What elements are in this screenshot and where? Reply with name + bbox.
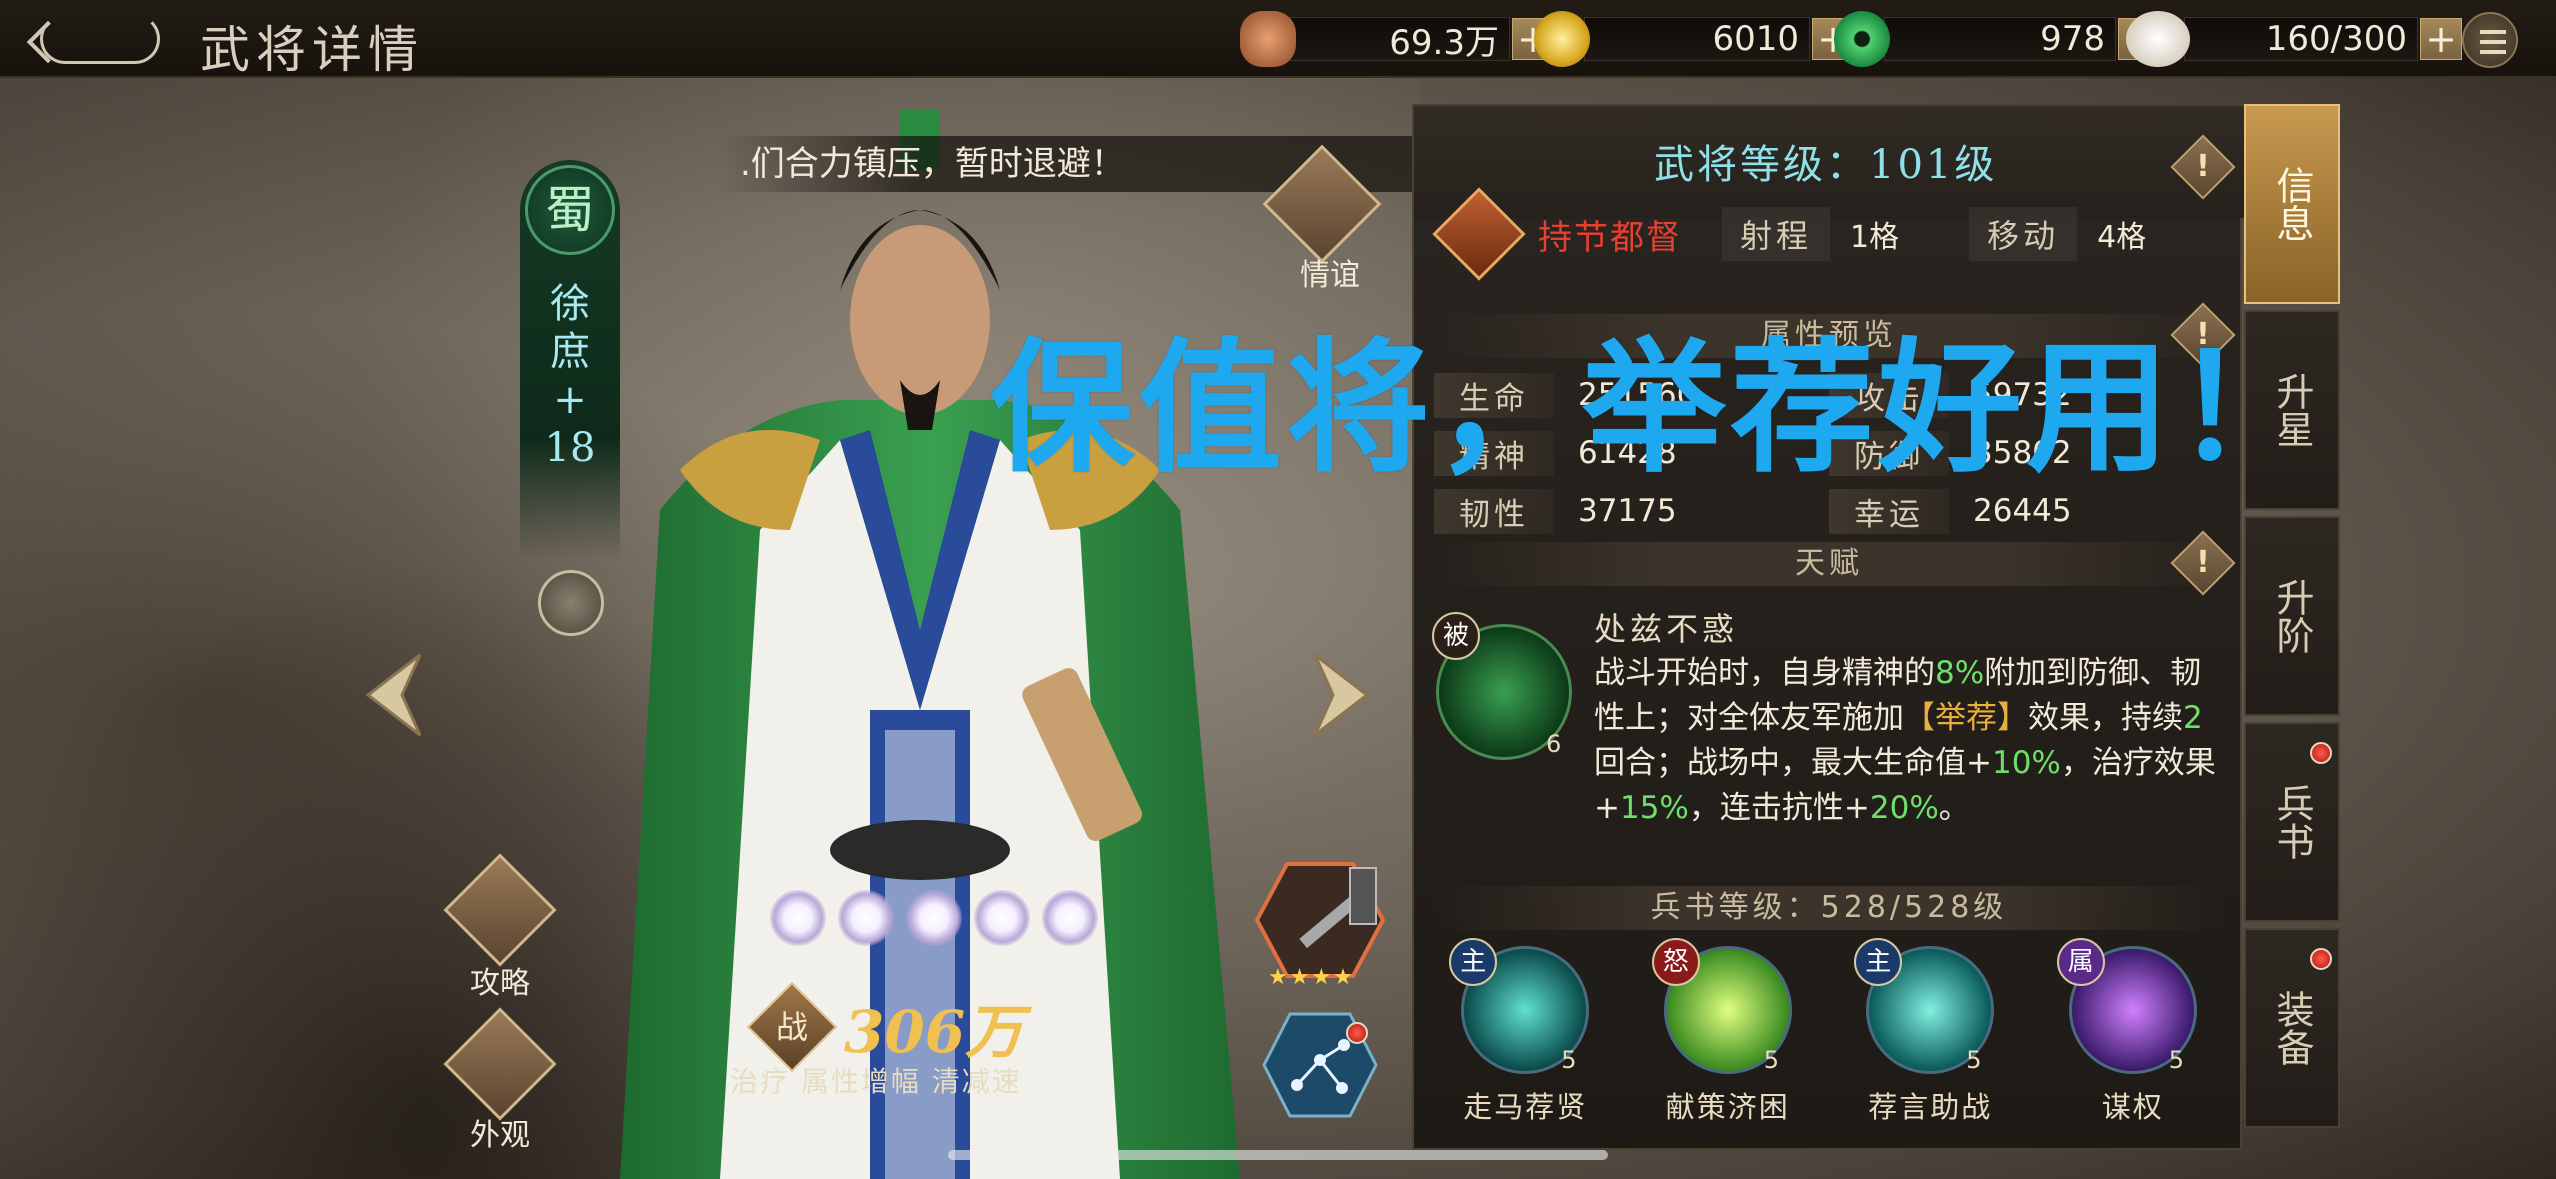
skill-badge: 主 xyxy=(1854,938,1903,986)
weapon-stars: ★★★★ xyxy=(1268,965,1355,990)
class-row: 持节都督 射程 1格 移动 4格 xyxy=(1428,187,2228,281)
gold-coin-icon xyxy=(1534,11,1590,67)
skill-item[interactable]: 属 5 谋权 xyxy=(2043,938,2223,1126)
lock-icon[interactable] xyxy=(538,570,604,636)
top-bar: 武将详情 69.3万 + 6010 + 978 + 160/300 + xyxy=(0,0,2556,79)
notification-dot xyxy=(1346,1022,1368,1044)
skill-name: 献策济困 xyxy=(1665,1090,1790,1124)
skill-level: 5 xyxy=(2168,1046,2185,1074)
skill-name: 谋权 xyxy=(2101,1090,2164,1124)
skill-badge: 属 xyxy=(2056,938,2105,986)
hero-name-rank: 18 xyxy=(544,425,596,471)
passive-badge: 被 xyxy=(1432,612,1480,660)
power-badge: 战 xyxy=(746,981,838,1073)
weapon-icon[interactable] xyxy=(1255,860,1385,980)
star-orb-icon xyxy=(906,890,962,946)
steamed-bun-icon xyxy=(2126,11,2190,67)
notification-dot xyxy=(2310,948,2332,970)
star-orb-icon xyxy=(838,890,894,946)
resource-silver: 69.3万 + xyxy=(1240,11,1554,67)
next-hero-arrow-icon[interactable] xyxy=(1305,650,1375,740)
hero-level: 武将等级：101级 xyxy=(1654,142,1998,188)
resource-jade-value: 978 xyxy=(1884,17,2116,61)
coin-stack-icon xyxy=(1240,11,1296,67)
skill-name: 走马荐贤 xyxy=(1463,1090,1588,1124)
range-value: 1格 xyxy=(1850,220,1900,255)
skill-item[interactable]: 主 5 荐言助战 xyxy=(1840,938,2020,1126)
talent-level: 6 xyxy=(1546,730,1562,758)
tab-info[interactable]: 信息 xyxy=(2244,104,2340,304)
skill-name: 荐言助战 xyxy=(1868,1090,1993,1124)
resource-food-add-button[interactable]: + xyxy=(2420,18,2462,60)
hero-tags: 治疗 属性增幅 清减速 xyxy=(730,1065,1022,1098)
star-orb-icon xyxy=(770,890,826,946)
hero-name-char-1: 徐 xyxy=(550,281,590,327)
skill-list: 主 5 走马荐贤 怒 5 献策济困 主 5 荐言助战 属 5 谋权 xyxy=(1424,938,2234,1126)
skill-item[interactable]: 主 5 走马荐贤 xyxy=(1435,938,1615,1126)
power-value: 306万 xyxy=(844,998,1024,1066)
star-orb-icon xyxy=(1042,890,1098,946)
menu-icon[interactable] xyxy=(2462,12,2518,68)
talent-section-header: 天赋 xyxy=(1434,542,2224,586)
hero-name-char-2: 庶 xyxy=(550,329,590,375)
back-button[interactable] xyxy=(40,14,160,64)
book-level-header: 兵书等级：528/528级 xyxy=(1434,886,2224,930)
move-value: 4格 xyxy=(2097,220,2147,255)
appearance-label: 外观 xyxy=(470,1118,530,1153)
move-label: 移动 xyxy=(1969,207,2078,261)
skill-level: 5 xyxy=(1966,1046,1982,1074)
class-name: 持节都督 xyxy=(1538,217,1682,258)
skill-level: 5 xyxy=(1763,1046,1780,1074)
class-icon xyxy=(1432,187,1526,281)
skill-item[interactable]: 怒 5 献策济困 xyxy=(1638,938,1818,1126)
resource-food-value: 160/300 xyxy=(2184,17,2418,61)
resource-silver-value: 69.3万 xyxy=(1290,17,1510,63)
range-label: 射程 xyxy=(1722,207,1831,261)
resource-gold: 6010 + xyxy=(1534,11,1854,67)
skill-badge: 主 xyxy=(1449,938,1498,986)
overlay-caption: 保值将，举荐好用！ xyxy=(990,324,2323,492)
star-orb-icon xyxy=(974,890,1030,946)
tab-rank-up[interactable]: 升阶 xyxy=(2244,516,2340,716)
hero-name-plus: + xyxy=(553,377,587,423)
hero-info-panel: 武将等级：101级 ! 持节都督 射程 1格 移动 4格 属性预览 ! 生命 25… xyxy=(1412,104,2244,1150)
previous-hero-arrow-icon[interactable] xyxy=(360,650,430,740)
resource-jade: 978 + xyxy=(1834,11,2160,67)
star-rank xyxy=(770,890,1098,946)
talent-description: 战斗开始时，自身精神的8%附加到防御、韧性上；对全体友军施加【举荐】效果，持续2… xyxy=(1594,655,2216,826)
faction-badge: 蜀 xyxy=(525,165,615,255)
resource-gold-value: 6010 xyxy=(1584,17,1810,61)
hero-name: 徐 庶 + 18 xyxy=(535,280,605,472)
jade-icon xyxy=(1834,11,1890,67)
combat-power: 战 306万 xyxy=(746,981,1024,1073)
friendship-label: 情谊 xyxy=(1300,258,1360,293)
strategy-label: 攻略 xyxy=(470,966,530,1001)
page-title: 武将详情 xyxy=(200,21,424,79)
home-indicator[interactable] xyxy=(948,1150,1608,1160)
skill-badge: 怒 xyxy=(1651,938,1700,986)
resource-food: 160/300 + xyxy=(2126,11,2462,67)
side-tabs: 信息 升星 升阶 兵书 装备 xyxy=(2244,104,2340,1150)
talent-name: 处兹不惑 xyxy=(1594,610,1739,648)
notification-dot xyxy=(2310,742,2332,764)
skill-level: 5 xyxy=(1561,1046,1577,1074)
